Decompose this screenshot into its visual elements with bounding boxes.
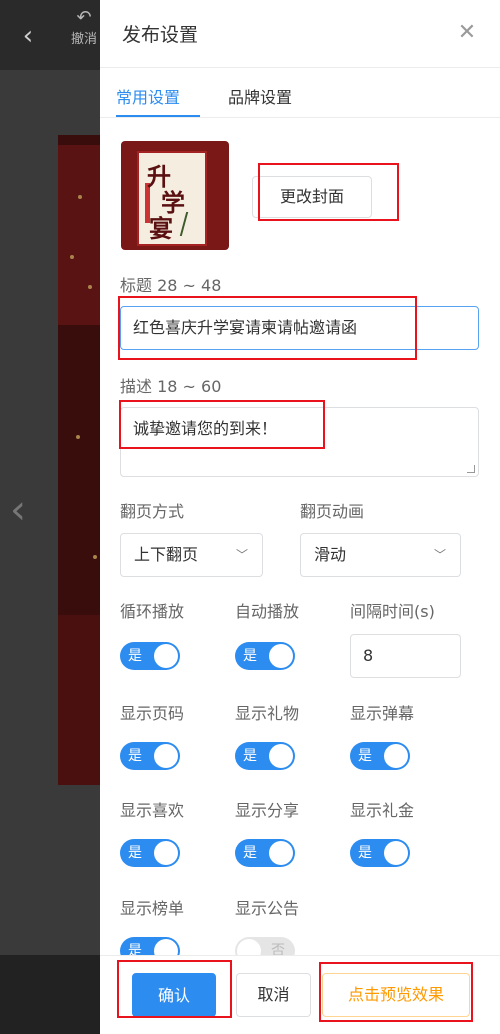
show-cash-gift-toggle[interactable]: 是: [350, 839, 410, 867]
page-turn-animation-value: 滑动: [314, 545, 347, 564]
cover-thumbnail: 升 学 宴: [121, 141, 229, 250]
description-text: 诚挚邀请您的到来！: [133, 419, 278, 438]
title-field-label: 标题 28 ~ 48: [120, 276, 222, 295]
tab-common-settings[interactable]: 常用设置: [116, 84, 180, 108]
show-gift-label: 显示礼物: [235, 704, 300, 723]
active-tab-indicator: [116, 115, 200, 117]
show-share-label: 显示分享: [235, 801, 300, 820]
page-turn-mode-select[interactable]: 上下翻页 ﹀: [120, 533, 263, 577]
show-like-label: 显示喜欢: [120, 801, 185, 820]
show-announcement-label: 显示公告: [235, 899, 300, 918]
change-cover-button[interactable]: 更改封面: [252, 176, 372, 218]
auto-play-toggle[interactable]: 是: [235, 642, 295, 670]
show-cash-gift-label: 显示礼金: [350, 801, 415, 820]
show-danmaku-toggle[interactable]: 是: [350, 742, 410, 770]
show-share-toggle[interactable]: 是: [235, 839, 295, 867]
page-turn-animation-select[interactable]: 滑动 ﹀: [300, 533, 461, 577]
panel-title: 发布设置: [122, 24, 199, 46]
page-turn-animation-label: 翻页动画: [300, 502, 365, 521]
confirm-button[interactable]: 确认: [132, 973, 216, 1017]
interval-label: 间隔时间(s): [350, 602, 435, 621]
loop-play-toggle[interactable]: 是: [120, 642, 180, 670]
interval-input[interactable]: 8: [350, 634, 461, 678]
chevron-down-icon: ﹀: [433, 548, 446, 562]
undo-label: 撤消: [70, 32, 97, 47]
page-turn-mode-value: 上下翻页: [134, 545, 199, 564]
preview-button[interactable]: 点击预览效果: [322, 973, 470, 1017]
resize-grip-icon[interactable]: [467, 465, 475, 473]
page-turn-mode-label: 翻页方式: [120, 502, 185, 521]
editor-topbar: ‹ ↶ 撤消: [0, 0, 100, 70]
editor-bottombar: [0, 955, 100, 1034]
undo-icon: ↶: [76, 7, 92, 28]
title-input[interactable]: 红色喜庆升学宴请柬请帖邀请函: [120, 306, 479, 350]
close-icon[interactable]: ✕: [454, 20, 480, 46]
show-ranking-label: 显示榜单: [120, 899, 185, 918]
undo-button[interactable]: ↶ 撤消: [64, 7, 104, 48]
publish-settings-panel: 发布设置 ✕ 常用设置 品牌设置 升 学 宴 更改封面 标题 28 ~ 48 红…: [100, 0, 500, 1034]
settings-tabs: 常用设置 品牌设置: [100, 68, 500, 118]
show-page-number-toggle[interactable]: 是: [120, 742, 180, 770]
auto-play-label: 自动播放: [235, 602, 300, 621]
show-gift-toggle[interactable]: 是: [235, 742, 295, 770]
show-danmaku-label: 显示弹幕: [350, 704, 415, 723]
cancel-button[interactable]: 取消: [236, 973, 311, 1017]
description-field-label: 描述 18 ~ 60: [120, 377, 222, 396]
back-icon[interactable]: ‹: [14, 22, 42, 50]
chevron-down-icon: ﹀: [235, 548, 248, 562]
description-textarea[interactable]: 诚挚邀请您的到来！: [120, 407, 479, 477]
show-like-toggle[interactable]: 是: [120, 839, 180, 867]
panel-header: 发布设置 ✕: [100, 0, 500, 68]
show-page-number-label: 显示页码: [120, 704, 185, 723]
loop-play-label: 循环播放: [120, 602, 185, 621]
tab-brand-settings[interactable]: 品牌设置: [228, 84, 292, 108]
previous-page-icon[interactable]: ‹: [10, 490, 26, 530]
